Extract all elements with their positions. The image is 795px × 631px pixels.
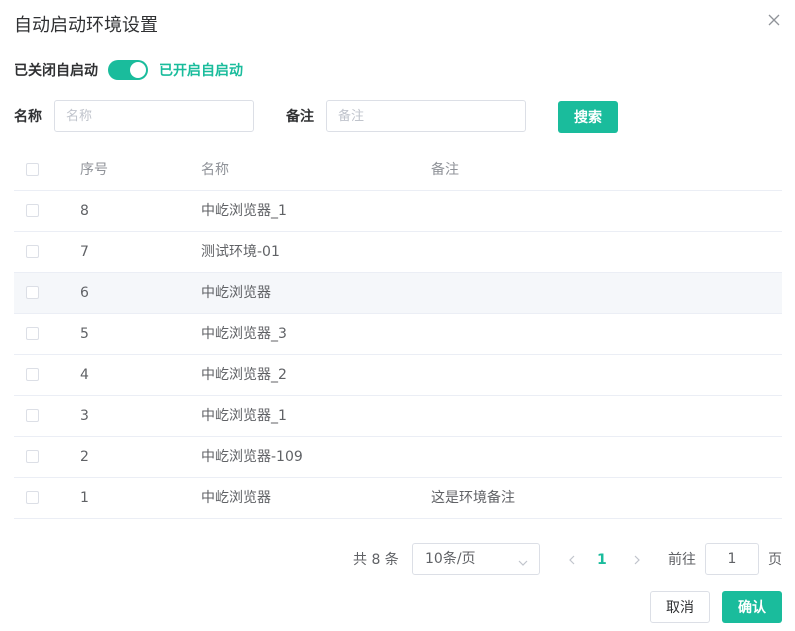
row-index: 6 [80,285,89,301]
row-index: 7 [80,244,89,260]
row-name: 测试环境-01 [201,244,280,260]
row-index: 1 [80,490,89,506]
auto-start-switch-row: 已关闭自启动 已开启自启动 [14,58,243,82]
select-all-checkbox[interactable] [26,163,39,176]
chevron-right-icon[interactable] [631,552,643,571]
name-filter-label: 名称 [14,109,42,125]
row-checkbox[interactable] [26,491,39,504]
row-name: 中屹浏览器_1 [201,203,287,219]
auto-start-toggle[interactable] [108,60,148,80]
row-name: 中屹浏览器_2 [201,367,287,383]
goto-label: 前往 [668,552,696,568]
row-name: 中屹浏览器-109 [201,449,303,465]
row-note: 这是环境备注 [431,490,515,506]
dialog-title: 自动启动环境设置 [14,15,158,36]
switch-on-label: 已开启自启动 [159,63,243,79]
cancel-button[interactable]: 取消 [650,591,710,623]
table-row[interactable]: 8 中屹浏览器_1 [14,191,782,232]
row-checkbox[interactable] [26,409,39,422]
row-checkbox[interactable] [26,286,39,299]
environment-table: 序号 名称 备注 8 中屹浏览器_1 7 测试环境-01 6 中屹浏览器 5 中… [14,150,782,519]
name-search-input[interactable] [54,100,254,132]
table-row[interactable]: 5 中屹浏览器_3 [14,314,782,355]
row-checkbox[interactable] [26,245,39,258]
row-checkbox[interactable] [26,327,39,340]
row-name: 中屹浏览器_1 [201,408,287,424]
page-size-value: 10条/页 [425,551,476,567]
search-button[interactable]: 搜索 [558,101,618,133]
header-index: 序号 [80,162,108,178]
header-name: 名称 [201,162,229,178]
table-row[interactable]: 1 中屹浏览器 这是环境备注 [14,478,782,519]
row-checkbox[interactable] [26,450,39,463]
row-index: 3 [80,408,89,424]
page-number-current[interactable]: 1 [597,550,607,570]
table-row[interactable]: 4 中屹浏览器_2 [14,355,782,396]
row-index: 8 [80,203,89,219]
chevron-left-icon[interactable] [566,552,578,571]
row-checkbox[interactable] [26,204,39,217]
confirm-button[interactable]: 确认 [722,591,782,623]
row-name: 中屹浏览器_3 [201,326,287,342]
auto-start-dialog: 自动启动环境设置 已关闭自启动 已开启自启动 名称 备注 搜索 序号 名称 备注… [0,0,795,631]
toggle-knob [130,62,146,78]
row-index: 5 [80,326,89,342]
switch-off-label: 已关闭自启动 [14,63,98,79]
note-filter-label: 备注 [286,109,314,125]
row-index: 4 [80,367,89,383]
goto-page-input[interactable] [705,543,759,575]
table-row[interactable]: 7 测试环境-01 [14,232,782,273]
table-row[interactable]: 6 中屹浏览器 [14,273,782,314]
table-row[interactable]: 2 中屹浏览器-109 [14,437,782,478]
header-note: 备注 [431,162,459,178]
table-header-row: 序号 名称 备注 [14,150,782,191]
goto-suffix: 页 [768,552,782,568]
chevron-down-icon [517,554,529,573]
pagination-total: 共 8 条 [353,552,399,568]
close-icon[interactable] [766,12,782,28]
row-index: 2 [80,449,89,465]
page-size-select[interactable]: 10条/页 [412,543,540,575]
table-row[interactable]: 3 中屹浏览器_1 [14,396,782,437]
row-checkbox[interactable] [26,368,39,381]
row-name: 中屹浏览器 [201,490,271,506]
note-search-input[interactable] [326,100,526,132]
row-name: 中屹浏览器 [201,285,271,301]
